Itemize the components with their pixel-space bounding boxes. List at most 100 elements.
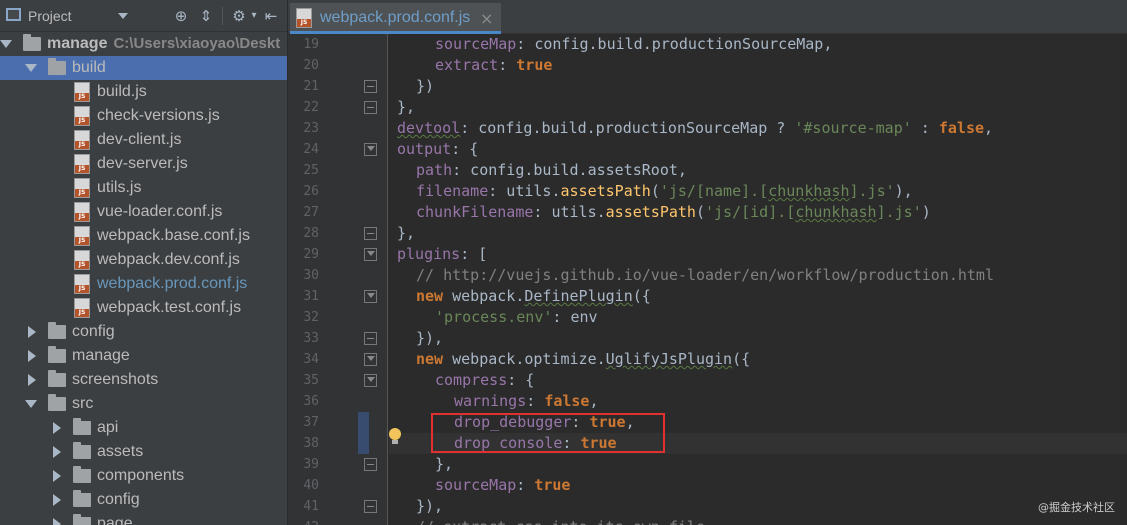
line-number: 27 xyxy=(303,205,319,220)
code-line[interactable]: sourceMap: true xyxy=(389,475,1127,496)
fold-marker-icon[interactable] xyxy=(364,458,377,471)
code-line[interactable]: // extract css into its own file xyxy=(389,517,1127,525)
fold-marker-icon[interactable] xyxy=(364,248,377,261)
vcs-change-marker[interactable] xyxy=(358,412,369,454)
expand-arrow-icon[interactable] xyxy=(53,518,61,525)
tree-folder-components[interactable]: components xyxy=(0,464,287,488)
expand-arrow-icon[interactable] xyxy=(53,446,61,458)
tab-webpack-prod-conf[interactable]: webpack.prod.conf.js × xyxy=(290,3,501,34)
line-number: 29 xyxy=(303,247,319,262)
tree-file-vue-loader-conf-js[interactable]: vue-loader.conf.js xyxy=(0,200,287,224)
code-line[interactable]: 'process.env': env xyxy=(389,307,1127,328)
code-line[interactable]: filename: utils.assetsPath('js/[name].[c… xyxy=(389,181,1127,202)
collapse-arrow-icon[interactable] xyxy=(25,64,37,72)
code-editor: webpack.prod.conf.js × 19 20 21 22 23 24 25 26 2… xyxy=(288,0,1127,525)
code-line[interactable]: }, xyxy=(389,454,1127,475)
fold-marker-icon[interactable] xyxy=(364,227,377,240)
fold-marker-icon[interactable] xyxy=(364,143,377,156)
expand-arrow-icon[interactable] xyxy=(28,350,36,362)
tree-folder-manage[interactable]: manage xyxy=(0,344,287,368)
tree-item-label: screenshots xyxy=(72,371,159,388)
expand-arrow-icon[interactable] xyxy=(53,494,61,506)
tree-folder-src[interactable]: src xyxy=(0,392,287,416)
tree-folder-manage[interactable]: manage C:\Users\xiaoyao\Deskt xyxy=(0,32,287,56)
js-file-icon xyxy=(74,298,90,318)
fold-marker-icon[interactable] xyxy=(364,500,377,513)
folder-icon xyxy=(48,58,66,75)
folder-icon xyxy=(48,346,66,363)
tree-file-dev-client-js[interactable]: dev-client.js xyxy=(0,128,287,152)
tree-item-label: dev-client.js xyxy=(97,131,182,148)
code-line[interactable]: output: { xyxy=(389,139,1127,160)
line-number: 28 xyxy=(303,226,319,241)
expand-arrow-icon[interactable] xyxy=(28,326,36,338)
folder-icon xyxy=(73,490,91,507)
collapse-all-icon[interactable]: ⇕ xyxy=(197,7,215,25)
hide-panel-icon[interactable]: ⇤ xyxy=(262,7,280,25)
code-line[interactable]: path: config.build.assetsRoot, xyxy=(389,160,1127,181)
project-view-label[interactable]: Project xyxy=(28,8,72,24)
code-line[interactable]: }), xyxy=(389,328,1127,349)
fold-marker-icon[interactable] xyxy=(364,80,377,93)
editor-gutter: 19 20 21 22 23 24 25 26 27 28 29 30 31 32 33 34 35 36 37 38… xyxy=(288,34,388,525)
project-view-dropdown-icon[interactable] xyxy=(118,13,128,19)
code-line[interactable]: sourceMap: config.build.productionSource… xyxy=(389,34,1127,55)
tree-item-label: manage xyxy=(72,347,130,364)
code-line[interactable]: new webpack.optimize.UglifyJsPlugin({ xyxy=(389,349,1127,370)
code-line[interactable]: chunkFilename: utils.assetsPath('js/[id]… xyxy=(389,202,1127,223)
tree-item-label: webpack.prod.conf.js xyxy=(97,275,248,292)
code-line[interactable]: }, xyxy=(389,223,1127,244)
line-number: 40 xyxy=(303,478,319,493)
scroll-from-source-icon[interactable]: ⊕ xyxy=(172,7,190,25)
tree-file-build-js[interactable]: build.js xyxy=(0,80,287,104)
tree-file-webpack-test-conf-js[interactable]: webpack.test.conf.js xyxy=(0,296,287,320)
code-line[interactable]: }) xyxy=(389,76,1127,97)
tab-close-icon[interactable]: × xyxy=(480,9,493,28)
tree-item-label: src xyxy=(72,395,94,412)
line-number: 32 xyxy=(303,310,319,325)
code-line[interactable]: }, xyxy=(389,97,1127,118)
fold-marker-icon[interactable] xyxy=(364,332,377,345)
expand-arrow-icon[interactable] xyxy=(53,422,61,434)
tree-file-webpack-prod-conf-js[interactable]: webpack.prod.conf.js xyxy=(0,272,287,296)
code-line[interactable]: new webpack.DefinePlugin({ xyxy=(389,286,1127,307)
annotation-highlight-box xyxy=(431,413,665,453)
line-number: 26 xyxy=(303,184,319,199)
collapse-arrow-icon[interactable] xyxy=(25,400,37,408)
fold-marker-icon[interactable] xyxy=(364,101,377,114)
expand-arrow-icon[interactable] xyxy=(53,470,61,482)
line-number: 39 xyxy=(303,457,319,472)
line-number: 31 xyxy=(303,289,319,304)
tree-folder-config[interactable]: config xyxy=(0,320,287,344)
tree-folder-screenshots[interactable]: screenshots xyxy=(0,368,287,392)
tree-item-label: config xyxy=(72,323,115,340)
code-line[interactable]: compress: { xyxy=(389,370,1127,391)
tree-file-webpack-base-conf-js[interactable]: webpack.base.conf.js xyxy=(0,224,287,248)
fold-marker-icon[interactable] xyxy=(364,353,377,366)
code-line[interactable]: warnings: false, xyxy=(389,391,1127,412)
js-file-icon xyxy=(296,8,312,28)
tree-file-webpack-dev-conf-js[interactable]: webpack.dev.conf.js xyxy=(0,248,287,272)
tree-folder-assets[interactable]: assets xyxy=(0,440,287,464)
tree-file-check-versions-js[interactable]: check-versions.js xyxy=(0,104,287,128)
expand-arrow-icon[interactable] xyxy=(28,374,36,386)
line-number: 38 xyxy=(303,436,319,451)
fold-marker-icon[interactable] xyxy=(364,374,377,387)
fold-marker-icon[interactable] xyxy=(364,290,377,303)
code-line[interactable]: plugins: [ xyxy=(389,244,1127,265)
code-line[interactable]: }), xyxy=(389,496,1127,517)
folder-icon xyxy=(23,34,41,51)
code-line[interactable]: // http://vuejs.github.io/vue-loader/en/… xyxy=(389,265,1127,286)
collapse-arrow-icon[interactable] xyxy=(0,40,12,48)
tree-folder-config[interactable]: config xyxy=(0,488,287,512)
code-line[interactable]: extract: true xyxy=(389,55,1127,76)
code-line[interactable]: devtool: config.build.productionSourceMa… xyxy=(389,118,1127,139)
tree-folder-api[interactable]: api xyxy=(0,416,287,440)
settings-dropdown-icon[interactable]: ▾ xyxy=(245,7,263,25)
tree-folder-page[interactable]: page xyxy=(0,512,287,525)
tree-file-utils-js[interactable]: utils.js xyxy=(0,176,287,200)
intention-bulb-icon[interactable] xyxy=(387,428,403,446)
js-file-icon xyxy=(74,202,90,222)
tree-file-dev-server-js[interactable]: dev-server.js xyxy=(0,152,287,176)
tree-folder-build[interactable]: build xyxy=(0,56,287,80)
